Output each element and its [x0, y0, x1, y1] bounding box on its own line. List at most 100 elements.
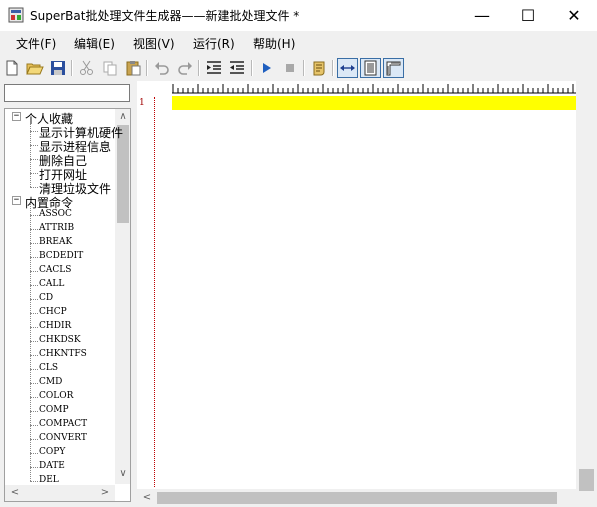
toolbar-separator	[71, 60, 73, 76]
tree-connector	[30, 481, 38, 482]
menu-edit[interactable]: 编辑(E)	[74, 35, 115, 52]
command-search-input[interactable]	[4, 84, 130, 102]
tree-connector	[30, 285, 38, 286]
command-item-cls[interactable]: CLS	[39, 363, 58, 373]
command-item-bcdedit[interactable]: BCDEDIT	[39, 251, 83, 261]
outdent-icon[interactable]	[228, 59, 246, 77]
command-item-cmd[interactable]: CMD	[39, 377, 62, 387]
tree-connector	[30, 369, 38, 370]
editor-hscroll-thumb[interactable]	[157, 492, 557, 504]
copy-icon[interactable]	[101, 59, 119, 77]
new-file-icon[interactable]	[3, 59, 21, 77]
command-item-break[interactable]: BREAK	[39, 237, 72, 247]
cut-icon[interactable]	[78, 59, 96, 77]
tree-connector	[30, 215, 38, 216]
ruler-icon[interactable]	[383, 58, 404, 78]
tree-connector	[30, 271, 38, 272]
tree-connector	[30, 425, 38, 426]
run-icon[interactable]	[258, 59, 276, 77]
tree-connector	[30, 453, 38, 454]
indent-icon[interactable]	[205, 59, 223, 77]
scroll-left-arrow[interactable]: <	[139, 492, 155, 503]
toolbar	[0, 56, 597, 81]
wrap-toggle-icon[interactable]	[337, 58, 358, 78]
line-view-icon[interactable]	[360, 58, 381, 78]
app-icon	[8, 7, 24, 23]
toolbar-separator	[303, 60, 305, 76]
tree-connector	[30, 159, 38, 160]
tree-horizontal-scrollbar[interactable]: < >	[5, 485, 115, 501]
menu-run[interactable]: 运行(R)	[193, 35, 235, 52]
editor-horizontal-scrollbar[interactable]: <	[137, 489, 576, 507]
tree-connector	[30, 187, 38, 188]
scroll-up-arrow[interactable]: ∧	[115, 111, 130, 122]
command-item-date[interactable]: DATE	[39, 461, 65, 471]
collapse-toggle[interactable]: −	[12, 196, 21, 205]
tree-connector	[30, 257, 38, 258]
command-item-chcp[interactable]: CHCP	[39, 307, 67, 317]
command-item-cd[interactable]: CD	[39, 293, 53, 303]
command-item-attrib[interactable]: ATTRIB	[39, 223, 74, 233]
code-editor[interactable]: 1 <	[137, 81, 597, 507]
line-number: 1	[139, 98, 145, 108]
command-item-chkdsk[interactable]: CHKDSK	[39, 335, 81, 345]
menu-bar: 文件(F) 编辑(E) 视图(V) 运行(R) 帮助(H)	[0, 31, 597, 55]
menu-view[interactable]: 视图(V)	[133, 35, 175, 52]
editor-vertical-scrollbar[interactable]	[576, 81, 597, 507]
tree-vertical-scrollbar[interactable]: ∧ ∨	[115, 109, 130, 484]
line-number-margin	[154, 97, 155, 487]
command-item-chdir[interactable]: CHDIR	[39, 321, 71, 331]
command-item-del[interactable]: DEL	[39, 475, 59, 485]
undo-icon[interactable]	[153, 59, 171, 77]
save-icon[interactable]	[49, 59, 67, 77]
open-folder-icon[interactable]	[26, 59, 44, 77]
column-ruler	[172, 81, 582, 95]
toolbar-separator	[251, 60, 253, 76]
scroll-left-arrow[interactable]: <	[7, 487, 23, 498]
command-item-convert[interactable]: CONVERT	[39, 433, 87, 443]
paste-icon[interactable]	[124, 59, 142, 77]
minimize-button[interactable]: —	[459, 0, 505, 31]
command-item-chkntfs[interactable]: CHKNTFS	[39, 349, 87, 359]
tree-connector	[30, 173, 38, 174]
tree-connector	[30, 229, 38, 230]
current-line-highlight[interactable]	[172, 96, 579, 110]
tree-connector	[30, 467, 38, 468]
command-item-call[interactable]: CALL	[39, 279, 64, 289]
menu-help[interactable]: 帮助(H)	[253, 35, 295, 52]
collapse-toggle[interactable]: −	[12, 112, 21, 121]
menu-file[interactable]: 文件(F)	[16, 35, 56, 52]
title-bar: SuperBat批处理文件生成器——新建批处理文件 * — ☐ ✕	[0, 0, 597, 31]
stop-icon[interactable]	[281, 59, 299, 77]
editor-scroll-thumb[interactable]	[579, 469, 594, 491]
tree-connector	[30, 120, 31, 187]
tree-connector	[30, 411, 38, 412]
toolbar-separator	[332, 60, 334, 76]
scroll-right-arrow[interactable]: >	[97, 487, 113, 498]
command-item-comp[interactable]: COMP	[39, 405, 69, 415]
tree-connector	[30, 299, 38, 300]
tree-connector	[30, 131, 38, 132]
toolbar-separator	[198, 60, 200, 76]
script-icon[interactable]	[310, 59, 328, 77]
command-item-cacls[interactable]: CACLS	[39, 265, 71, 275]
redo-icon[interactable]	[176, 59, 194, 77]
maximize-button[interactable]: ☐	[505, 0, 551, 31]
tree-connector	[30, 204, 31, 481]
command-item-compact[interactable]: COMPACT	[39, 419, 87, 429]
tree-connector	[30, 397, 38, 398]
command-item-assoc[interactable]: ASSOC	[39, 209, 72, 219]
command-item-color[interactable]: COLOR	[39, 391, 73, 401]
command-item-copy[interactable]: COPY	[39, 447, 65, 457]
tree-connector	[30, 327, 38, 328]
tree-connector	[30, 439, 38, 440]
tree-connector	[30, 145, 38, 146]
tree-connector	[30, 383, 38, 384]
toolbar-separator	[146, 60, 148, 76]
tree-connector	[30, 243, 38, 244]
command-tree[interactable]: ∧ ∨ < > − 个人收藏 显示计算机硬件 显示进程信息 删除自己 打开网址 清理垃圾文件…	[4, 108, 131, 502]
window-title: SuperBat批处理文件生成器——新建批处理文件 *	[30, 9, 300, 23]
tree-connector	[30, 341, 38, 342]
close-button[interactable]: ✕	[551, 0, 597, 31]
scroll-down-arrow[interactable]: ∨	[115, 468, 130, 479]
